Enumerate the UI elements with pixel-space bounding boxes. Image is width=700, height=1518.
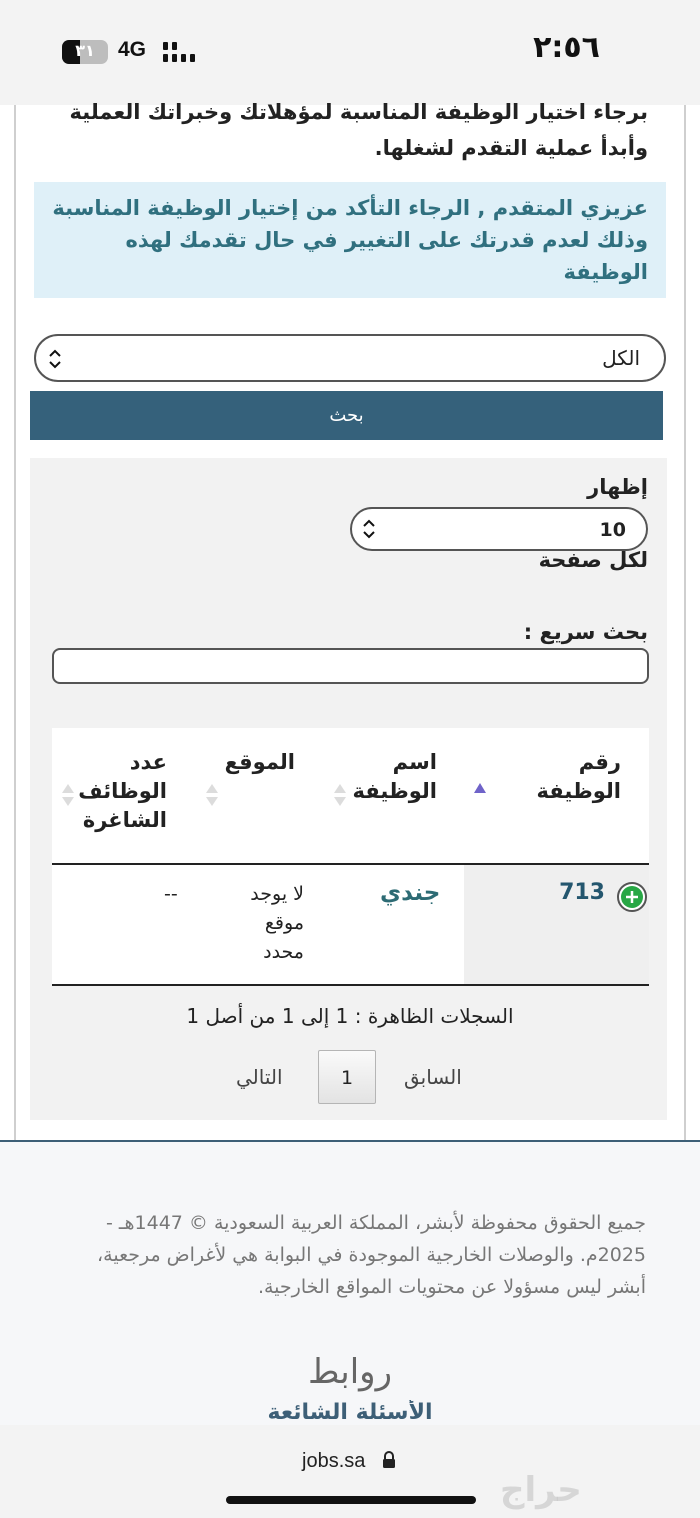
- chevron-updown-icon: [363, 519, 375, 539]
- url-text[interactable]: jobs.sa: [302, 1450, 365, 1473]
- column-header-label: الموقع: [224, 750, 295, 774]
- expand-row-plus-icon[interactable]: [616, 881, 648, 913]
- column-header-label: اسم الوظيفة: [352, 750, 437, 803]
- battery-icon: ٣١: [62, 40, 108, 64]
- sort-icon: [334, 784, 346, 806]
- footer-faq-link[interactable]: الأسئلة الشائعة: [0, 1400, 700, 1426]
- per-page-label: لكل صفحة: [538, 548, 648, 572]
- show-label: إظهار: [587, 475, 648, 499]
- sort-icon: [206, 784, 218, 806]
- column-header-label: رقم الوظيفة: [536, 750, 621, 803]
- home-indicator: [226, 1496, 476, 1504]
- pagination-prev[interactable]: السابق: [404, 1065, 462, 1089]
- battery-level: ٣١: [75, 41, 95, 60]
- job-filter-select[interactable]: الكل: [34, 334, 666, 382]
- quick-search-input[interactable]: [52, 648, 649, 684]
- job-number-cell: 713: [559, 880, 605, 905]
- records-info: السجلات الظاهرة : 1 إلى 1 من أصل 1: [186, 1004, 514, 1028]
- network-type: 4G: [118, 38, 147, 61]
- footer-copyright: جميع الحقوق محفوظة لأبشر، المملكة العربي…: [97, 1212, 646, 1298]
- lock-icon: [383, 1451, 395, 1468]
- column-header-label: عدد الوظائف الشاغرة: [78, 750, 167, 832]
- sort-icon: [62, 784, 74, 806]
- status-bar: ٣١ 4G ٢:٥٦: [0, 0, 700, 105]
- sort-ascending-icon: [474, 783, 486, 793]
- column-header-job-name[interactable]: اسم الوظيفة: [337, 748, 437, 806]
- location-cell: لا يوجد موقع محدد: [250, 883, 304, 963]
- watermark-logo: حراج: [500, 1470, 582, 1510]
- notice-text: عزيزي المتقدم , الرجاء التأكد من إختيار …: [52, 196, 648, 284]
- footer-links-title: روابط: [307, 1352, 393, 1392]
- signal-icon: [163, 42, 195, 62]
- column-header-location[interactable]: الموقع: [215, 748, 295, 777]
- results-table: رقم الوظيفة اسم الوظيفة الموقع عدد الوظا…: [52, 728, 649, 986]
- quick-search-label: بحث سريع :: [523, 620, 648, 644]
- intro-text: برجاء اختيار الوظيفة المناسبة لمؤهلاتك و…: [69, 100, 648, 160]
- column-header-job-number[interactable]: رقم الوظيفة: [521, 748, 621, 806]
- page-size-select[interactable]: 10: [350, 507, 648, 551]
- status-time: ٢:٥٦: [533, 30, 600, 65]
- notice-box: عزيزي المتقدم , الرجاء التأكد من إختيار …: [34, 182, 666, 298]
- pagination-next[interactable]: التالي: [236, 1065, 283, 1089]
- column-header-vacancies[interactable]: عدد الوظائف الشاغرة: [67, 748, 167, 835]
- table-bottom-divider: [52, 984, 649, 986]
- vacancies-cell: --: [164, 883, 178, 905]
- job-name-link[interactable]: جندي: [380, 880, 440, 906]
- chevron-updown-icon: [49, 349, 61, 369]
- search-button[interactable]: بحث: [30, 391, 663, 440]
- pagination-current-page[interactable]: 1: [318, 1050, 376, 1104]
- page-size-value: 10: [599, 519, 626, 541]
- job-filter-selected: الكل: [602, 346, 640, 370]
